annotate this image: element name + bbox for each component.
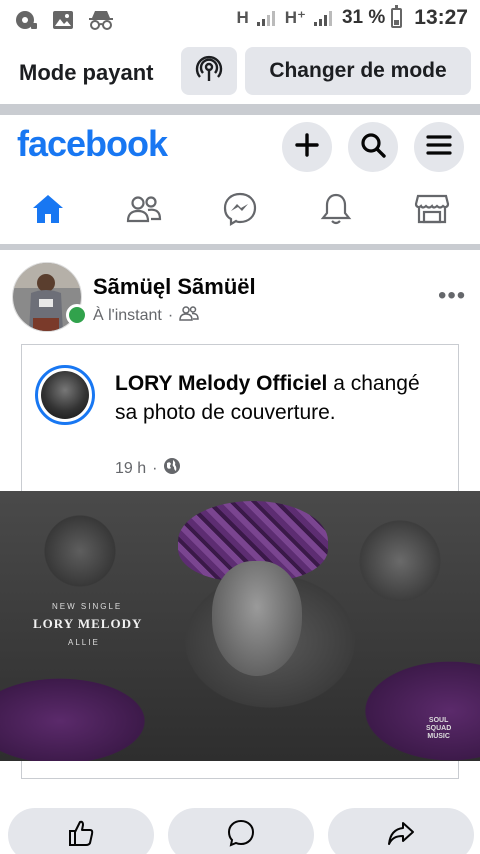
globe-icon xyxy=(163,457,181,480)
more-options-button[interactable]: ••• xyxy=(438,282,466,310)
tab-messenger[interactable] xyxy=(216,191,264,231)
tab-bar xyxy=(0,177,480,245)
cover-text-line3: ALLIE xyxy=(68,638,100,647)
search-icon xyxy=(359,131,387,164)
cover-photo[interactable]: NEW SINGLE LORY MELODY ALLIE SOUL SQUAD … xyxy=(0,491,480,761)
cd-icon xyxy=(14,8,38,37)
incognito-icon xyxy=(88,9,114,36)
cover-text-line2: LORY MELODY xyxy=(33,616,143,631)
online-status-dot xyxy=(66,304,88,326)
messenger-icon xyxy=(222,191,258,232)
meta-separator: · xyxy=(152,459,158,477)
share-icon xyxy=(386,818,416,853)
signal-icon-2 xyxy=(313,10,332,26)
battery-icon xyxy=(391,5,403,28)
menu-button[interactable] xyxy=(414,122,464,172)
mode-label: Mode payant xyxy=(19,60,154,85)
logo-line2: SQUAD xyxy=(426,725,452,732)
friends-icon xyxy=(179,305,199,326)
cover-text-line1: NEW SINGLE xyxy=(52,602,123,611)
post-meta: À l'instant · xyxy=(93,305,199,326)
tab-home[interactable] xyxy=(24,191,72,231)
photo-face xyxy=(212,561,302,676)
clock: 13:27 xyxy=(414,6,468,29)
page-name[interactable]: LORY Melody Officiel xyxy=(115,372,327,395)
logo-line1: SOUL xyxy=(428,717,449,724)
post-time[interactable]: À l'instant xyxy=(93,307,162,325)
broadcast-button[interactable] xyxy=(181,47,237,95)
menu-icon xyxy=(425,133,453,162)
shared-post-meta: 19 h · xyxy=(115,457,181,480)
marketplace-icon xyxy=(414,193,450,230)
post-header: Sãmüęl Sãmüël À l'instant · ••• xyxy=(0,250,480,340)
post-author[interactable]: Sãmüęl Sãmüël xyxy=(93,274,256,300)
bell-icon xyxy=(320,192,352,231)
mode-bar: Mode payant Changer de mode xyxy=(0,38,480,104)
search-button[interactable] xyxy=(348,122,398,172)
tab-marketplace[interactable] xyxy=(408,191,456,231)
network-type-1: H xyxy=(236,8,249,27)
logo-line3: MUSIC xyxy=(427,733,450,740)
signal-icon xyxy=(256,10,275,26)
home-icon xyxy=(30,192,66,231)
shared-post-time[interactable]: 19 h xyxy=(115,460,146,478)
facebook-logo[interactable]: facebook xyxy=(17,123,168,165)
like-icon xyxy=(66,818,96,853)
comment-button[interactable] xyxy=(168,808,314,854)
shared-post-text: LORY Melody Officiel a changé sa photo d… xyxy=(115,369,445,427)
broadcast-icon xyxy=(194,54,224,89)
share-button[interactable] xyxy=(328,808,474,854)
image-icon xyxy=(52,9,74,36)
status-bar: H H⁺ 31 % 13:27 xyxy=(0,0,480,38)
page-avatar[interactable] xyxy=(35,365,95,425)
create-button[interactable] xyxy=(282,122,332,172)
label-logo: SOUL SQUAD MUSIC xyxy=(426,717,451,741)
friends-icon xyxy=(126,194,162,229)
tab-friends[interactable] xyxy=(120,191,168,231)
tab-notifications[interactable] xyxy=(312,191,360,231)
plus-icon xyxy=(294,132,320,163)
change-mode-button[interactable]: Changer de mode xyxy=(245,47,471,95)
like-button[interactable] xyxy=(8,808,154,854)
divider xyxy=(0,104,480,115)
comment-icon xyxy=(226,818,256,853)
app-header: facebook xyxy=(0,115,480,177)
network-type-2: H⁺ xyxy=(284,8,306,27)
battery-percent: 31 % xyxy=(341,7,386,28)
meta-separator: · xyxy=(167,306,174,324)
